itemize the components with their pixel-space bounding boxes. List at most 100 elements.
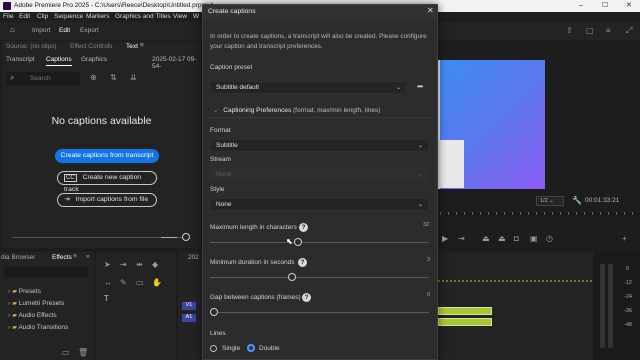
fit-dropdown[interactable]: 1/2 ⌄ bbox=[536, 196, 564, 206]
menu-graphics-titles[interactable]: Graphics and Titles bbox=[115, 13, 171, 20]
effects-menu-icon[interactable]: ≡ bbox=[73, 253, 77, 260]
tab-media-browser[interactable]: dia Browser bbox=[1, 254, 35, 261]
more-options-icon[interactable]: ••• bbox=[417, 82, 423, 91]
sequence-label[interactable]: 202 bbox=[188, 254, 199, 261]
tab-export[interactable]: Export bbox=[80, 27, 99, 34]
search-icon: ⌕ bbox=[10, 73, 15, 82]
audio-clip[interactable] bbox=[438, 307, 492, 315]
menu-clip[interactable]: Clip bbox=[37, 13, 48, 20]
ripple-edit-icon[interactable]: ⇹ bbox=[136, 260, 143, 269]
gap-slider[interactable] bbox=[210, 308, 218, 316]
minimize-button[interactable]: – bbox=[579, 0, 583, 12]
workspaces-icon[interactable]: ▢ bbox=[586, 26, 594, 35]
help-icon[interactable]: ? bbox=[302, 293, 311, 302]
vr-icon[interactable]: ◷ bbox=[546, 234, 553, 243]
tab-graphics[interactable]: Graphics bbox=[81, 56, 107, 63]
step-back-icon[interactable]: ▶ bbox=[442, 234, 448, 243]
gap-label: Gap between captions (frames) bbox=[210, 294, 301, 301]
preferences-toggle[interactable]: ⌄ Captioning Preferences (format, max/mi… bbox=[213, 106, 380, 114]
min-duration-value: 3 bbox=[427, 257, 431, 263]
effects-item[interactable]: › ▰ Audio Effects bbox=[8, 311, 57, 319]
lift-icon[interactable]: ⏏ bbox=[482, 234, 490, 243]
add-button-icon[interactable]: + bbox=[622, 234, 627, 243]
razor-tool-icon[interactable]: ◆ bbox=[152, 260, 158, 269]
no-captions-message: No captions available bbox=[51, 115, 152, 127]
extract-icon[interactable]: ⏏ bbox=[498, 234, 506, 243]
chevron-down-icon: ⌄ bbox=[395, 85, 401, 91]
wrench-icon[interactable]: 🔧 bbox=[572, 196, 582, 205]
preferences-sub: (format, max/min length, lines) bbox=[293, 107, 381, 114]
split-caption-icon[interactable]: ⇅ bbox=[110, 73, 117, 82]
more-panels-icon[interactable]: » bbox=[86, 253, 90, 260]
caption-preset-select[interactable]: Subtitle default ⌄ bbox=[210, 81, 407, 94]
preview-keyboard-graphic bbox=[438, 140, 464, 188]
selection-tool-icon[interactable]: ➤ bbox=[104, 260, 111, 269]
track-v1[interactable]: V1 bbox=[182, 302, 196, 310]
menu-file[interactable]: File bbox=[3, 13, 13, 20]
tab-edit[interactable]: Edit bbox=[59, 27, 70, 34]
menu-edit[interactable]: Edit bbox=[19, 13, 30, 20]
lines-single-radio[interactable] bbox=[210, 345, 217, 352]
create-new-track-button[interactable]: CC Create new caption track bbox=[57, 171, 157, 193]
right-header: ⇪ ▢ ≡ ⤢ bbox=[438, 22, 640, 40]
tab-import[interactable]: Import bbox=[32, 27, 50, 34]
min-duration-label: Minimum duration in seconds bbox=[210, 259, 295, 266]
gap-track bbox=[210, 312, 429, 313]
menu-window[interactable]: W bbox=[193, 13, 199, 20]
pen-tool-icon[interactable]: ✎ bbox=[120, 278, 127, 287]
expand-icon[interactable]: ⤢ bbox=[626, 26, 632, 36]
close-window-button[interactable]: ✕ bbox=[626, 0, 632, 12]
help-icon[interactable]: ? bbox=[298, 258, 307, 267]
slip-tool-icon[interactable]: ↔ bbox=[104, 278, 112, 287]
effects-panel: dia Browser Effects ≡ » › ▰ Presets › ▰ … bbox=[0, 252, 94, 360]
track-select-icon[interactable]: ⇥ bbox=[120, 260, 127, 269]
help-icon[interactable]: ? bbox=[299, 223, 308, 232]
style-select[interactable]: None ⌄ bbox=[210, 198, 429, 211]
menu-lines-icon[interactable]: ≡ bbox=[606, 26, 611, 35]
stream-select: None ⌄ bbox=[210, 168, 429, 181]
effects-search[interactable] bbox=[4, 267, 88, 277]
go-to-out-icon[interactable]: ⇥ bbox=[458, 234, 465, 243]
menu-markers[interactable]: Markers bbox=[86, 13, 109, 20]
maximize-button[interactable]: ☐ bbox=[602, 0, 608, 12]
type-tool-icon[interactable]: T bbox=[104, 294, 109, 303]
quick-export-icon[interactable]: ⇪ bbox=[566, 26, 573, 35]
track-a1[interactable]: A1 bbox=[182, 314, 196, 322]
effects-item[interactable]: › ▰ Audio Transitions bbox=[8, 323, 68, 331]
effects-item[interactable]: › ▰ Presets bbox=[8, 287, 41, 295]
compare-icon[interactable]: ▣ bbox=[530, 234, 538, 243]
mouse-cursor-icon: ⬉ bbox=[286, 237, 293, 246]
create-from-transcript-button[interactable]: Create captions from transcript bbox=[55, 149, 159, 163]
tab-text[interactable]: Text bbox=[126, 43, 138, 50]
max-length-slider[interactable] bbox=[294, 238, 303, 246]
tab-effects[interactable]: Effects bbox=[52, 254, 72, 261]
home-icon[interactable]: ⌂ bbox=[10, 25, 15, 34]
trash-icon[interactable]: 🗑 bbox=[78, 348, 88, 357]
tab-source[interactable]: Source: (no clips) bbox=[6, 43, 57, 50]
tab-captions[interactable]: Captions bbox=[46, 56, 72, 63]
merge-caption-icon[interactable]: ⇊ bbox=[130, 73, 137, 82]
menu-sequence[interactable]: Sequence bbox=[54, 13, 83, 20]
lines-double-radio[interactable] bbox=[247, 344, 255, 352]
effects-item[interactable]: › ▰ Lumetri Presets bbox=[8, 299, 64, 307]
timecode-display: 00:01:33:21 bbox=[585, 197, 620, 204]
audio-clip[interactable] bbox=[438, 318, 492, 326]
zoom-slider-thumb[interactable] bbox=[182, 233, 190, 241]
search-box[interactable]: ⌕ Search bbox=[6, 72, 80, 85]
format-select[interactable]: Subtitle ⌄ bbox=[210, 139, 429, 152]
import-captions-button[interactable]: ⇥ Import captions from file bbox=[57, 193, 157, 207]
menu-view[interactable]: View bbox=[173, 13, 187, 20]
add-caption-icon[interactable]: ⊕ bbox=[90, 73, 97, 82]
min-duration-slider[interactable] bbox=[288, 273, 297, 281]
panel-menu-icon[interactable]: ≡ bbox=[140, 42, 144, 49]
tab-transcript[interactable]: Transcript bbox=[6, 56, 35, 63]
import-captions-label: Import captions from file bbox=[75, 196, 149, 203]
dialog-close-icon[interactable]: ✕ bbox=[427, 6, 434, 15]
caption-preset-value: Subtitle default bbox=[216, 84, 260, 91]
new-bin-icon[interactable]: ▭ bbox=[62, 348, 70, 357]
camera-icon[interactable]: ◘ bbox=[514, 234, 519, 243]
hand-tool-icon[interactable]: ✋ bbox=[152, 278, 162, 287]
tab-effect-controls[interactable]: Effect Controls bbox=[70, 43, 113, 50]
rectangle-tool-icon[interactable]: ▭ bbox=[136, 278, 144, 287]
stream-label: Stream bbox=[210, 156, 231, 163]
